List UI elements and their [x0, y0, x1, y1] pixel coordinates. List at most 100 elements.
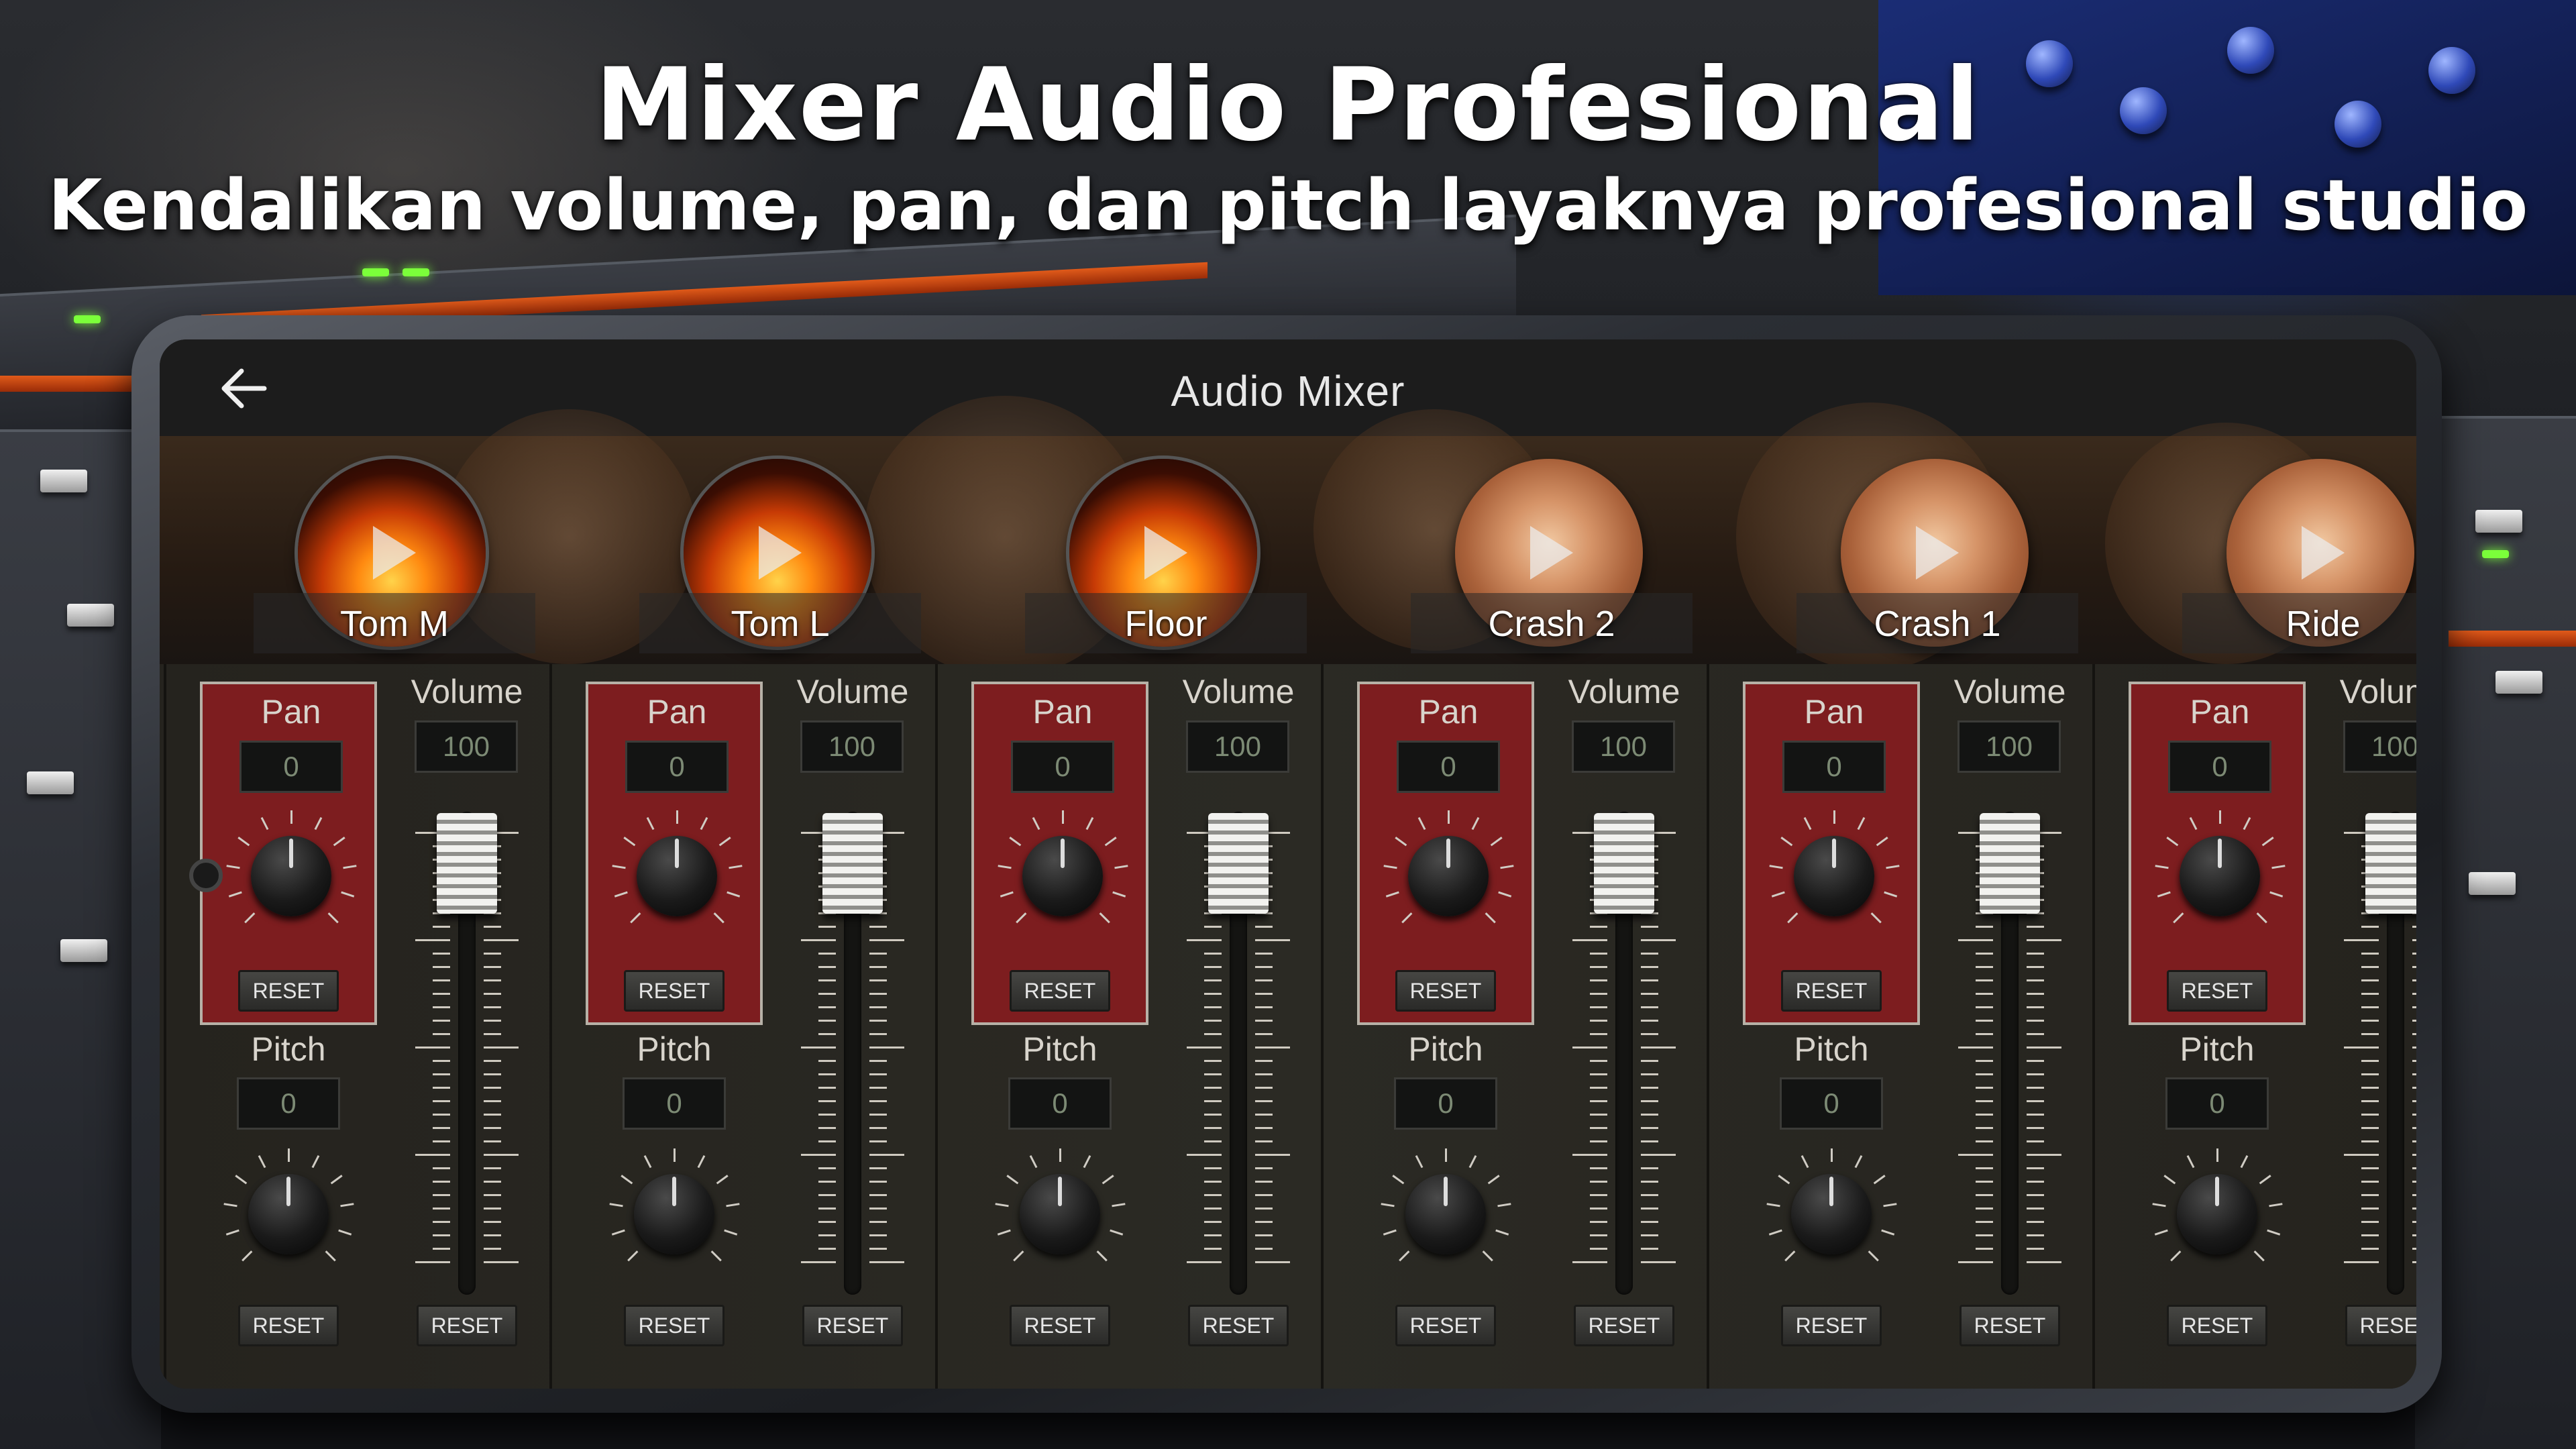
- knob-tick: [646, 817, 655, 830]
- knob-tick: [727, 891, 741, 898]
- scale-tick: [1641, 1020, 1658, 1022]
- knob-tick: [290, 810, 292, 824]
- play-icon[interactable]: [2302, 526, 2345, 580]
- knob-tick: [2267, 1229, 2281, 1236]
- knob-tick: [1110, 1229, 1124, 1236]
- pitch-knob[interactable]: [2151, 1148, 2283, 1280]
- play-icon[interactable]: [1530, 526, 1573, 580]
- volume-fader-handle[interactable]: [1594, 813, 1654, 914]
- pitch-knob[interactable]: [223, 1148, 354, 1280]
- scale-tick: [2344, 1154, 2379, 1156]
- scale-tick: [484, 1194, 501, 1196]
- play-icon[interactable]: [373, 526, 416, 580]
- scale-tick: [1255, 1208, 1273, 1210]
- volume-label: Volume: [796, 673, 909, 710]
- scale-tick: [2412, 1073, 2416, 1075]
- pitch-reset-button[interactable]: RESET: [624, 1305, 724, 1346]
- scale-tick: [1590, 953, 1607, 955]
- pitch-knob[interactable]: [608, 1148, 740, 1280]
- play-icon[interactable]: [1144, 526, 1187, 580]
- scale-tick: [2027, 953, 2044, 955]
- pitch-reset-button[interactable]: RESET: [1010, 1305, 1110, 1346]
- instrument-pad-4[interactable]: Crash 1: [1796, 459, 2078, 660]
- volume-reset-button[interactable]: RESET: [802, 1305, 903, 1346]
- volume-reset-button[interactable]: RESET: [1960, 1305, 2060, 1346]
- knob-tick: [1099, 912, 1110, 924]
- instrument-pad-5[interactable]: Ride: [2182, 459, 2416, 660]
- scale-tick: [484, 1154, 519, 1156]
- volume-fader-handle[interactable]: [437, 813, 497, 914]
- knob-tick: [1417, 817, 1426, 830]
- play-icon[interactable]: [759, 526, 802, 580]
- scale-tick: [1590, 1127, 1607, 1129]
- scale-tick: [433, 1006, 450, 1008]
- scale-tick: [2027, 966, 2044, 968]
- scale-tick: [1976, 1127, 1993, 1129]
- scale-tick: [1204, 1248, 1222, 1250]
- instrument-pad-2[interactable]: Floor: [1025, 459, 1307, 660]
- volume-fader-handle[interactable]: [2365, 813, 2416, 914]
- volume-value: 100: [1957, 720, 2061, 773]
- scale-tick: [2412, 1114, 2416, 1116]
- scroll-handle[interactable]: [189, 859, 223, 892]
- pan-knob[interactable]: [997, 810, 1128, 942]
- pan-knob[interactable]: [1768, 810, 1900, 942]
- pan-reset-button[interactable]: RESET: [1781, 970, 1882, 1012]
- knob-tick: [2243, 817, 2251, 830]
- pan-reset-button[interactable]: RESET: [1010, 970, 1110, 1012]
- instrument-pad-1[interactable]: Tom L: [639, 459, 921, 660]
- pan-reset-button[interactable]: RESET: [238, 970, 339, 1012]
- knob-tick: [1006, 1175, 1019, 1185]
- knob-tick: [1881, 1229, 1895, 1236]
- scale-tick: [801, 1046, 836, 1049]
- knob-tick: [1029, 1155, 1038, 1169]
- scale-tick: [2027, 1087, 2044, 1089]
- pan-knob[interactable]: [1383, 810, 1514, 942]
- pitch-knob[interactable]: [994, 1148, 1126, 1280]
- scale-tick: [1641, 993, 1658, 995]
- scale-tick: [2027, 993, 2044, 995]
- knob-tick: [630, 912, 641, 924]
- volume-reset-button[interactable]: RESET: [2345, 1305, 2416, 1346]
- volume-fader-handle[interactable]: [1980, 813, 2040, 914]
- volume-reset-button[interactable]: RESET: [1574, 1305, 1674, 1346]
- pan-knob[interactable]: [2154, 810, 2286, 942]
- knob-pointer: [1444, 1177, 1448, 1206]
- pan-value: 0: [1011, 741, 1114, 793]
- scale-tick: [1204, 1114, 1222, 1116]
- mixer-channel-2: Pan 0 RESET Pitch 0 RESET Volume 100 RESET: [935, 664, 1324, 1389]
- pan-reset-button[interactable]: RESET: [2167, 970, 2267, 1012]
- scale-tick: [2027, 1046, 2061, 1049]
- knob-tick: [2240, 1155, 2249, 1169]
- pitch-reset-button[interactable]: RESET: [1395, 1305, 1496, 1346]
- knob-tick: [1114, 865, 1128, 869]
- pan-knob[interactable]: [611, 810, 743, 942]
- instrument-label: Tom L: [639, 593, 921, 653]
- knob-tick: [327, 912, 339, 924]
- volume-reset-button[interactable]: RESET: [417, 1305, 517, 1346]
- pitch-knob[interactable]: [1766, 1148, 1897, 1280]
- scale-tick: [1204, 1087, 1222, 1089]
- pitch-reset-button[interactable]: RESET: [2167, 1305, 2267, 1346]
- volume-fader-handle[interactable]: [1208, 813, 1269, 914]
- pitch-reset-button[interactable]: RESET: [1781, 1305, 1882, 1346]
- pan-reset-button[interactable]: RESET: [624, 970, 724, 1012]
- knob-tick: [330, 1175, 343, 1185]
- knob-tick: [1884, 891, 1898, 898]
- pan-reset-button[interactable]: RESET: [1395, 970, 1496, 1012]
- play-icon[interactable]: [1916, 526, 1959, 580]
- scale-tick: [1590, 1167, 1607, 1169]
- scale-tick: [433, 1221, 450, 1223]
- scale-tick: [1976, 926, 1993, 928]
- scale-tick: [433, 979, 450, 981]
- instrument-pad-0[interactable]: Tom M: [254, 459, 535, 660]
- scale-tick: [484, 1181, 501, 1183]
- pitch-knob[interactable]: [1380, 1148, 1511, 1280]
- scale-tick: [1641, 1181, 1658, 1183]
- pitch-reset-button[interactable]: RESET: [238, 1305, 339, 1346]
- instrument-pad-3[interactable]: Crash 2: [1411, 459, 1693, 660]
- pan-knob[interactable]: [225, 810, 357, 942]
- scale-tick: [1204, 979, 1222, 981]
- volume-reset-button[interactable]: RESET: [1188, 1305, 1289, 1346]
- volume-fader-handle[interactable]: [822, 813, 883, 914]
